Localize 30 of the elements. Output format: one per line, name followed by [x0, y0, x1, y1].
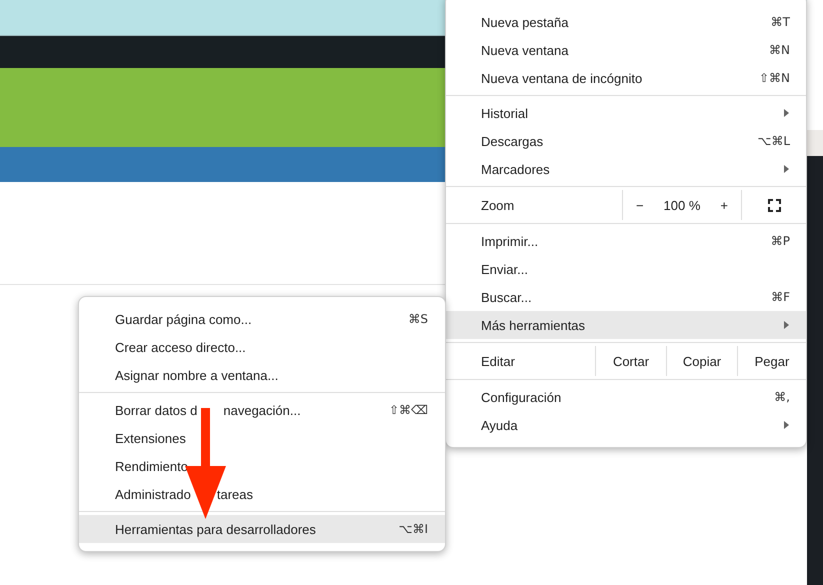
menu-item[interactable]: Imprimir... ⌘P	[446, 227, 806, 255]
menu-item[interactable]: Rendimiento	[79, 452, 445, 480]
fullscreen-icon[interactable]	[768, 198, 780, 212]
menu-item[interactable]: Asignar nombre a ventana...	[79, 361, 445, 389]
zoom-label: Zoom	[481, 198, 516, 212]
edit-label: Editar	[481, 354, 516, 368]
edit-button[interactable]: Cortar	[595, 346, 666, 376]
menu-item[interactable]: Enviar...	[446, 255, 806, 283]
menu-item[interactable]: Buscar... ⌘F	[446, 283, 806, 311]
menu-item[interactable]: Herramientas para desarrolladores ⌥⌘I	[79, 515, 445, 543]
panel-strip	[807, 130, 823, 156]
menu-item[interactable]: Ayuda	[446, 411, 806, 439]
menu-item[interactable]: Más herramientas	[446, 311, 806, 339]
menu-item[interactable]: Descargas ⌥⌘L	[446, 127, 806, 155]
menu-item[interactable]: Configuración ⌘,	[446, 383, 806, 411]
menu-item[interactable]: Nueva ventana de incógnito ⇧⌘N	[446, 64, 806, 92]
edit-button[interactable]: Copiar	[666, 346, 737, 376]
menu-item[interactable]: Historial	[446, 99, 806, 127]
menu-item[interactable]: Nueva ventana ⌘N	[446, 36, 806, 64]
menu-item[interactable]: Crear acceso directo...	[79, 333, 445, 361]
zoom-in-button[interactable]: +	[714, 196, 734, 214]
zoom-out-button[interactable]: −	[630, 196, 650, 214]
menu-item[interactable]: Borrar datos d navegación... ⇧⌘⌫	[79, 396, 445, 424]
menu-item[interactable]: Marcadores	[446, 155, 806, 183]
zoom-level: 100 %	[664, 198, 700, 212]
menu-item[interactable]: Nueva pestaña ⌘T	[446, 8, 806, 36]
menu-item[interactable]: Extensiones	[79, 424, 445, 452]
menu-item[interactable]: Guardar página como... ⌘S	[79, 305, 445, 333]
menu-item[interactable]: Administrado tareas	[79, 480, 445, 508]
edit-button[interactable]: Pegar	[737, 346, 806, 376]
